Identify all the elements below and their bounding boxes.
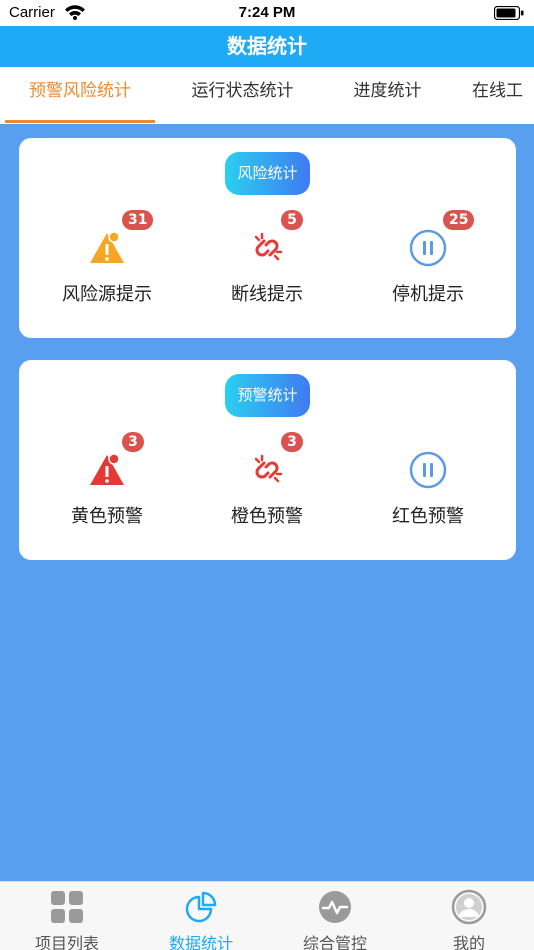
- status-time: 7:24 PM: [238, 4, 296, 21]
- user-icon: [451, 889, 487, 925]
- grid-icon: [51, 891, 83, 923]
- stat-red-warning[interactable]: 红色预警: [348, 432, 508, 532]
- stat-label: 断线提示: [231, 284, 303, 305]
- stat-label: 黄色预警: [71, 506, 143, 527]
- count-badge: 3: [122, 432, 144, 452]
- bottom-tab-label: 我的: [452, 934, 485, 950]
- battery-icon: [494, 6, 524, 20]
- bottom-tab-bar: 项目列表 数据统计 综合管控 我的: [0, 881, 534, 950]
- tab-progress[interactable]: 进度统计: [335, 67, 440, 124]
- risk-stats-card: 风险统计 31 风险源提示 5 断线提示 25 停机提示: [19, 138, 516, 338]
- pause-icon: [409, 229, 447, 267]
- stat-disconnect[interactable]: 5 断线提示: [187, 210, 347, 310]
- stat-label: 橙色预警: [231, 506, 303, 527]
- broken-link-icon: [254, 454, 283, 483]
- bottom-tab-label: 数据统计: [168, 934, 233, 950]
- count-badge: 25: [443, 210, 475, 230]
- bottom-tab-label: 项目列表: [34, 934, 99, 950]
- warning-stats-card: 预警统计 3 黄色预警 3 橙色预警 红色预警: [19, 360, 516, 560]
- pie-chart-icon: [185, 891, 217, 923]
- tab-warning-risk[interactable]: 预警风险统计: [5, 67, 155, 124]
- stat-yellow-warning[interactable]: 3 黄色预警: [27, 432, 187, 532]
- status-bar: Carrier 7:24 PM: [0, 0, 534, 26]
- bottom-tab-stats[interactable]: 数据统计: [134, 882, 268, 950]
- tab-running-status[interactable]: 运行状态统计: [170, 67, 315, 124]
- tab-bar: 预警风险统计 运行状态统计 进度统计 在线工: [0, 67, 534, 124]
- bottom-tab-label: 综合管控: [302, 934, 367, 950]
- warning-sign-icon: [90, 231, 124, 263]
- count-badge: 31: [122, 210, 154, 230]
- warning-sign-icon: [90, 453, 124, 485]
- count-badge: 5: [281, 210, 303, 230]
- count-badge: 3: [281, 432, 303, 452]
- pause-icon: [409, 451, 447, 489]
- stat-risk-source[interactable]: 31 风险源提示: [27, 210, 187, 310]
- page-title: 数据统计: [227, 34, 307, 58]
- bottom-tab-control[interactable]: 综合管控: [268, 882, 402, 950]
- pulse-icon: [319, 891, 351, 923]
- bottom-tab-projects[interactable]: 项目列表: [0, 882, 134, 950]
- card-badge: 预警统计: [225, 374, 310, 417]
- stat-shutdown[interactable]: 25 停机提示: [348, 210, 508, 310]
- active-tab-indicator: [5, 120, 155, 123]
- stat-label: 红色预警: [392, 506, 464, 527]
- tab-online[interactable]: 在线工: [460, 67, 534, 124]
- broken-link-icon: [254, 232, 283, 261]
- stat-label: 风险源提示: [62, 284, 152, 305]
- stat-orange-warning[interactable]: 3 橙色预警: [187, 432, 347, 532]
- nav-bar: 数据统计: [0, 26, 534, 67]
- stat-label: 停机提示: [392, 284, 464, 305]
- bottom-tab-profile[interactable]: 我的: [402, 882, 534, 950]
- card-badge: 风险统计: [225, 152, 310, 195]
